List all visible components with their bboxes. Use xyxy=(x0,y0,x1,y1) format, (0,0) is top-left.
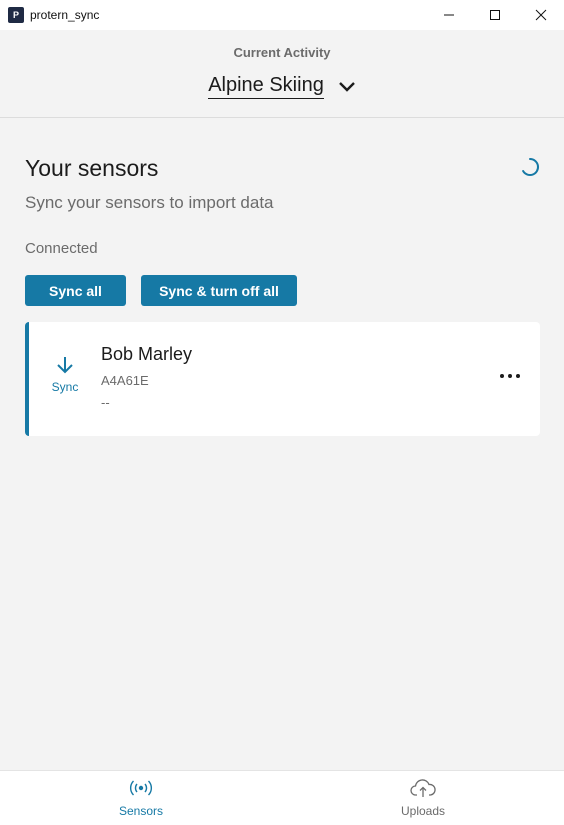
nav-uploads-label: Uploads xyxy=(400,804,446,818)
sensor-sync-label: Sync xyxy=(51,380,79,394)
close-button[interactable] xyxy=(518,0,564,30)
nav-tab-sensors[interactable]: Sensors xyxy=(0,771,282,825)
title-bar: P protern_sync xyxy=(0,0,564,30)
sensor-card[interactable]: Sync Bob Marley A4A61E -- xyxy=(25,322,540,436)
minimize-button[interactable] xyxy=(426,0,472,30)
app-logo-icon: P xyxy=(8,7,24,23)
cloud-upload-icon xyxy=(410,779,436,797)
arrow-down-icon xyxy=(57,357,73,374)
sync-turn-off-all-button[interactable]: Sync & turn off all xyxy=(141,275,297,306)
sensor-status: -- xyxy=(101,395,110,410)
bottom-navigation: Sensors Uploads xyxy=(0,770,564,825)
sensors-title: Your sensors xyxy=(25,155,159,181)
chevron-down-icon[interactable] xyxy=(338,81,356,93)
more-options-icon[interactable] xyxy=(500,370,520,382)
sensor-broadcast-icon xyxy=(129,780,153,796)
connected-label: Connected xyxy=(25,240,98,257)
close-icon xyxy=(535,9,547,21)
activity-value[interactable]: Alpine Skiing xyxy=(208,74,324,99)
minimize-icon xyxy=(444,14,454,16)
window-controls xyxy=(426,0,564,30)
loading-spinner-icon xyxy=(522,157,539,176)
sensor-name: Bob Marley xyxy=(101,344,193,364)
activity-dropdown[interactable]: Alpine Skiing xyxy=(0,74,564,99)
activity-header: Current Activity Alpine Skiing xyxy=(0,30,564,118)
sensors-subtitle: Sync your sensors to import data xyxy=(25,193,274,212)
maximize-button[interactable] xyxy=(472,0,518,30)
window-title: protern_sync xyxy=(30,8,100,22)
sensor-id: A4A61E xyxy=(101,373,149,388)
sync-all-button[interactable]: Sync all xyxy=(25,275,126,306)
sensor-sync-button[interactable]: Sync xyxy=(47,356,83,394)
nav-sensors-label: Sensors xyxy=(118,804,164,818)
activity-caption: Current Activity xyxy=(233,45,331,60)
nav-tab-uploads[interactable]: Uploads xyxy=(282,771,564,825)
maximize-icon xyxy=(490,10,500,20)
